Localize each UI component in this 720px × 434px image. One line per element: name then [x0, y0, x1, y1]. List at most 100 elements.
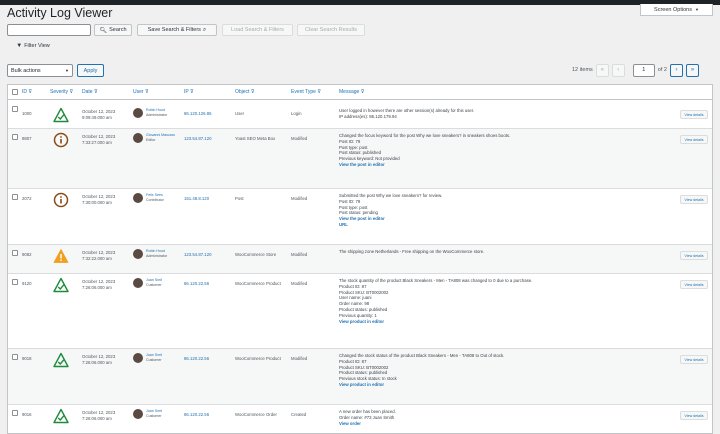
- message-link[interactable]: View the post in editor: [339, 162, 679, 168]
- row-checkbox[interactable]: [12, 279, 18, 285]
- view-details-button[interactable]: View details: [680, 411, 708, 420]
- column-severity[interactable]: Severity ⊽: [50, 89, 73, 95]
- row-object: WooCommerce Store: [235, 252, 277, 257]
- save-search-button[interactable]: Save Search & Filters ⌕: [137, 24, 217, 36]
- screen-options-label: Screen Options: [654, 6, 692, 13]
- column-ip[interactable]: IP ⊽: [184, 89, 194, 95]
- clear-search-label: Clear Search Results: [305, 27, 357, 33]
- column-id[interactable]: ID ⊽: [22, 89, 32, 95]
- filter-icon: ⊽: [69, 89, 74, 95]
- row-object: Post: [235, 196, 244, 201]
- avatar: [133, 278, 143, 288]
- avatar: [133, 133, 143, 143]
- row-checkbox[interactable]: [12, 194, 18, 200]
- row-message: User logged in however there are other s…: [339, 108, 679, 120]
- search-button[interactable]: 🔍︎ Search: [94, 24, 132, 36]
- check-triangle-icon: [53, 352, 69, 368]
- row-ip[interactable]: 86.120.22.56: [184, 412, 209, 418]
- select-all-checkbox[interactable]: [12, 89, 18, 95]
- row-ip[interactable]: 151.48.8.120: [184, 196, 209, 202]
- row-checkbox[interactable]: [12, 354, 18, 360]
- filter-icon: ⊽: [93, 89, 98, 95]
- row-object: WooCommerce Order: [235, 412, 277, 417]
- row-id: 9016: [22, 412, 32, 417]
- row-ip[interactable]: 86.120.22.56: [184, 281, 209, 287]
- bulk-actions-value: Bulk actions: [11, 67, 41, 74]
- row-checkbox[interactable]: [12, 134, 18, 140]
- view-details-button[interactable]: View details: [680, 135, 708, 144]
- search-input[interactable]: [7, 24, 91, 36]
- row-checkbox[interactable]: [12, 250, 18, 256]
- message-link[interactable]: View product in editor: [339, 319, 679, 325]
- row-date: October 12, 2023 7:26:06.000 am: [82, 279, 116, 290]
- current-page-input[interactable]: 1: [632, 63, 655, 77]
- view-details-button[interactable]: View details: [680, 251, 708, 260]
- apply-button[interactable]: Apply: [77, 64, 104, 77]
- check-triangle-icon: [53, 277, 69, 293]
- row-event-type: Modified: [291, 252, 308, 257]
- row-user[interactable]: Juan Smit Customer: [146, 353, 162, 362]
- row-ip[interactable]: 86.120.22.56: [184, 356, 209, 362]
- avatar: [133, 108, 143, 118]
- row-user[interactable]: Juan Smit Customer: [146, 409, 162, 418]
- prev-page-button[interactable]: ‹: [611, 63, 625, 77]
- save-search-icon: ⌕: [202, 26, 207, 33]
- row-date: October 12, 2023 9:09:49.000 am: [82, 109, 116, 120]
- last-page-button[interactable]: »: [685, 63, 699, 77]
- row-user[interactable]: Giovanni Mascaro Editor: [146, 133, 175, 142]
- row-object: Yoast SEO Meta Box: [235, 136, 276, 141]
- row-object: WooCommerce Product: [235, 356, 281, 361]
- view-details-button[interactable]: View details: [680, 110, 708, 119]
- filter-view-button[interactable]: ▼ Filter View: [7, 40, 59, 52]
- table-header: ID ⊽ Severity ⊽ Date ⊽ User ⊽ IP ⊽ Objec…: [8, 85, 712, 100]
- row-checkbox[interactable]: [12, 106, 18, 112]
- column-message[interactable]: Message ⊽: [339, 89, 364, 95]
- message-link[interactable]: URL: [339, 222, 679, 228]
- message-link[interactable]: View product in editor: [339, 382, 679, 388]
- filter-icon: ⊽: [144, 89, 149, 95]
- column-object[interactable]: Object ⊽: [235, 89, 255, 95]
- row-event-type: Login: [291, 111, 302, 116]
- row-id: 9082: [22, 252, 32, 257]
- check-triangle-icon: [53, 408, 69, 424]
- table-row: 9120 October 12, 2023 7:26:06.000 am Juan…: [8, 274, 712, 349]
- row-user[interactable]: Robin Hood Administrator: [146, 108, 167, 117]
- load-search-button[interactable]: Load Search & Filters: [222, 24, 293, 36]
- avatar: [133, 353, 143, 363]
- row-date: October 12, 2023 7:32:22.000 am: [82, 250, 116, 261]
- column-date[interactable]: Date ⊽: [82, 89, 98, 95]
- screen-options-button[interactable]: Screen Options ▼: [640, 4, 713, 16]
- warning-triangle-icon: [53, 248, 69, 264]
- row-ip[interactable]: 123.54.87.120: [184, 136, 211, 142]
- search-icon: 🔍︎: [99, 27, 108, 34]
- table-row: 9016 October 12, 2023 7:26:06.000 am Juan…: [8, 405, 712, 433]
- next-page-button[interactable]: ›: [669, 63, 683, 77]
- row-event-type: Modified: [291, 196, 308, 201]
- view-details-button[interactable]: View details: [680, 355, 708, 364]
- info-circle-icon: [53, 192, 69, 208]
- row-user[interactable]: Felix Sees Contributor: [146, 193, 164, 202]
- filter-view-label: Filter View: [24, 43, 50, 49]
- first-page-button[interactable]: «: [595, 63, 609, 77]
- message-link[interactable]: View order: [339, 421, 679, 427]
- row-message: A new order has been placed. Order name: …: [339, 409, 679, 426]
- column-event-type[interactable]: Event Type ⊽: [291, 89, 321, 95]
- filter-icon: ⊽: [360, 89, 365, 95]
- avatar: [133, 409, 143, 419]
- row-checkbox[interactable]: [12, 410, 18, 416]
- bulk-actions-select[interactable]: Bulk actions ▼: [7, 64, 73, 77]
- row-id: 8807: [22, 136, 32, 141]
- row-user[interactable]: Juan Smit Customer: [146, 278, 162, 287]
- row-user[interactable]: Robin Hood Administrator: [146, 249, 167, 258]
- view-details-button[interactable]: View details: [680, 195, 708, 204]
- clear-search-button[interactable]: Clear Search Results: [297, 24, 365, 36]
- avatar: [133, 249, 143, 259]
- row-id: 9120: [22, 281, 32, 286]
- search-button-label: Search: [109, 27, 127, 33]
- view-details-button[interactable]: View details: [680, 280, 708, 289]
- row-message: The shipping zone Netherlands - Free shi…: [339, 249, 679, 255]
- row-ip[interactable]: 86.120.126.86: [184, 111, 211, 117]
- row-event-type: Modified: [291, 281, 308, 286]
- column-user[interactable]: User ⊽: [133, 89, 149, 95]
- row-ip[interactable]: 123.54.87.120: [184, 252, 211, 258]
